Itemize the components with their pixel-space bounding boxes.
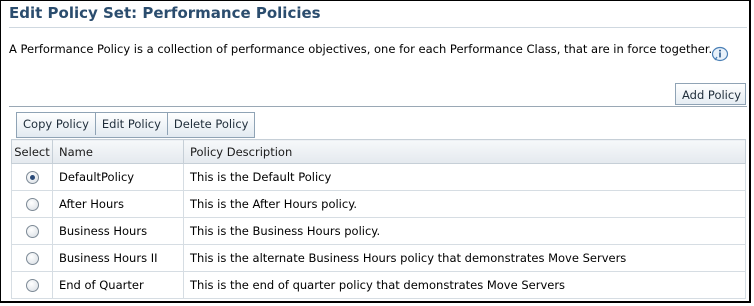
header-name[interactable]: Name	[52, 139, 184, 164]
page-description: A Performance Policy is a collection of …	[9, 42, 713, 56]
select-cell	[11, 190, 53, 218]
policy-description: This is the end of quarter policy that d…	[183, 271, 746, 299]
row-radio[interactable]	[25, 225, 39, 238]
policy-description: This is the alternate Business Hours pol…	[183, 244, 746, 272]
table-row: DefaultPolicy This is the Default Policy	[11, 163, 746, 191]
table-row: Business Hours II This is the alternate …	[11, 244, 746, 272]
delete-policy-button[interactable]: Delete Policy	[168, 113, 255, 135]
policy-description: This is the Default Policy	[183, 163, 746, 191]
header-description[interactable]: Policy Description	[183, 139, 746, 164]
table-row: After Hours This is the After Hours poli…	[11, 190, 746, 218]
row-radio[interactable]	[25, 279, 39, 292]
row-radio[interactable]	[25, 171, 39, 184]
row-radio[interactable]	[25, 198, 39, 211]
row-radio[interactable]	[25, 252, 39, 265]
edit-policy-button[interactable]: Edit Policy	[96, 113, 168, 135]
page-title: Edit Policy Set: Performance Policies	[9, 4, 321, 22]
select-cell	[11, 271, 53, 299]
select-cell	[11, 163, 53, 191]
table-toolbar: Copy Policy Edit Policy Delete Policy	[16, 112, 256, 138]
table-row: Business Hours This is the Business Hour…	[11, 217, 746, 245]
copy-policy-button[interactable]: Copy Policy	[17, 113, 96, 135]
policy-name: End of Quarter	[52, 271, 184, 299]
section-divider	[9, 106, 747, 107]
policy-name: Business Hours	[52, 217, 184, 245]
select-cell	[11, 244, 53, 272]
header-select: Select	[11, 139, 53, 164]
title-divider	[9, 27, 747, 28]
add-policy-button[interactable]: Add Policy	[675, 83, 746, 105]
info-icon[interactable]	[711, 45, 729, 63]
table-row: End of Quarter This is the end of quarte…	[11, 271, 746, 299]
policy-description: This is the After Hours policy.	[183, 190, 746, 218]
select-cell	[11, 217, 53, 245]
policy-name: Business Hours II	[52, 244, 184, 272]
policy-name: After Hours	[52, 190, 184, 218]
policy-description: This is the Business Hours policy.	[183, 217, 746, 245]
policy-name: DefaultPolicy	[52, 163, 184, 191]
page-frame: Edit Policy Set: Performance Policies A …	[0, 0, 751, 303]
table-header-row: Select Name Policy Description	[11, 139, 746, 164]
policies-table: Select Name Policy Description DefaultPo…	[11, 139, 746, 299]
